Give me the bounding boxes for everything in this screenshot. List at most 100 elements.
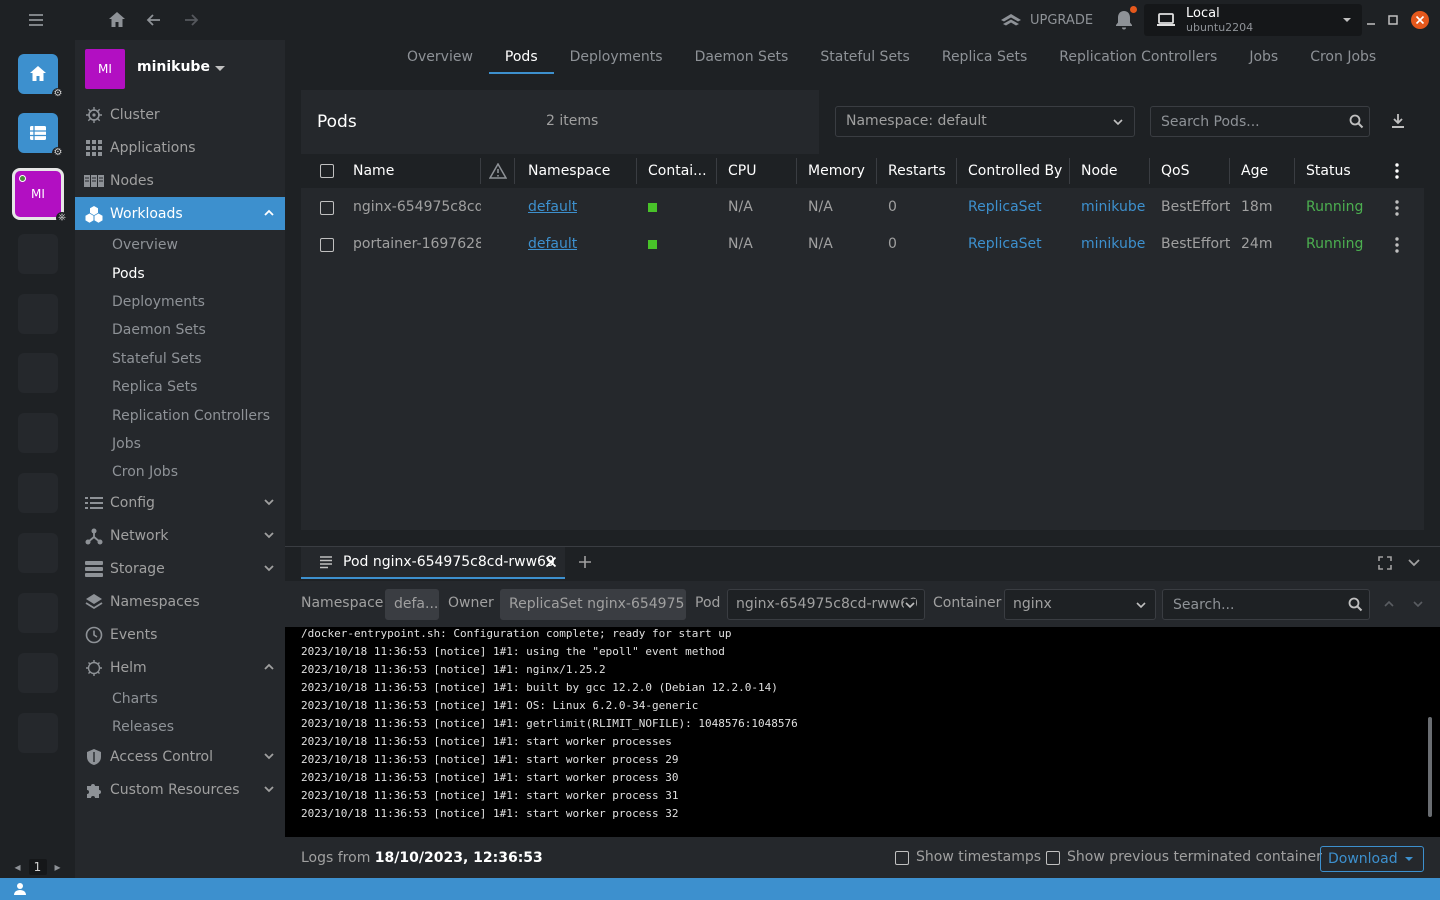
column-header[interactable]: Restarts [888, 154, 946, 188]
sidebar-item-custom-resources[interactable]: Custom Resources [75, 773, 285, 806]
sidebar-item-workloads[interactable]: Workloads [75, 197, 285, 230]
namespace-select[interactable]: Namespace: default [835, 106, 1135, 137]
tab-pods[interactable]: Pods [488, 40, 554, 74]
sidebar-sub-deployments[interactable]: Deployments [112, 288, 205, 316]
table-row[interactable]: portainer-16976286 default N/A N/A 0 Rep… [301, 226, 1424, 263]
hotbar-slot[interactable] [18, 473, 58, 513]
column-header[interactable]: Status [1306, 154, 1351, 188]
menu-icon[interactable] [26, 10, 46, 30]
sidebar-sub-replication-controllers[interactable]: Replication Controllers [112, 402, 270, 430]
close-window-icon[interactable] [1410, 10, 1430, 30]
cluster-selector[interactable]: Local ubuntu2204 [1144, 4, 1362, 36]
column-header[interactable]: Contai... [648, 154, 707, 188]
add-tab-icon[interactable] [578, 555, 592, 569]
download-button[interactable]: Download [1320, 846, 1424, 872]
sidebar-sub-releases[interactable]: Releases [112, 713, 174, 741]
namespace-link[interactable]: default [528, 189, 577, 226]
sidebar-sub-cron-jobs[interactable]: Cron Jobs [112, 458, 178, 486]
back-arrow-icon[interactable] [144, 10, 164, 30]
sidebar-sub-pods[interactable]: Pods [112, 260, 145, 288]
columns-menu-icon[interactable] [1395, 163, 1399, 179]
column-header[interactable]: Namespace [528, 154, 610, 188]
search-input[interactable] [1150, 106, 1370, 137]
sidebar-item-nodes[interactable]: Nodes [75, 164, 285, 197]
minimize-icon[interactable] [1366, 15, 1376, 25]
sidebar-item-storage[interactable]: Storage [75, 552, 285, 585]
controlled-by-link[interactable]: ReplicaSet [968, 189, 1042, 226]
tab-overview[interactable]: Overview [391, 40, 489, 74]
sidebar-item-cluster[interactable]: Cluster [75, 98, 285, 131]
log-output[interactable]: /docker-entrypoint.sh: Configuration com… [285, 627, 1440, 837]
row-checkbox[interactable] [320, 238, 334, 252]
hotbar-cluster-minikube[interactable]: MI ⎈ [12, 168, 68, 224]
sidebar-sub-charts[interactable]: Charts [112, 685, 158, 713]
tab-stateful-sets[interactable]: Stateful Sets [804, 40, 925, 74]
namespace-link[interactable]: default [528, 226, 577, 263]
tab-replication-controllers[interactable]: Replication Controllers [1043, 40, 1233, 74]
home-icon[interactable] [107, 10, 127, 30]
hotbar-slot[interactable] [18, 593, 58, 633]
sidebar-item-access-control[interactable]: Access Control [75, 740, 285, 773]
column-header[interactable]: QoS [1161, 154, 1189, 188]
hotbar-slot[interactable] [18, 713, 58, 753]
cluster-header[interactable]: MI minikube [75, 40, 285, 98]
show-previous-label[interactable]: Show previous terminated container [1067, 849, 1322, 865]
column-header[interactable]: Memory [808, 154, 865, 188]
tab-jobs[interactable]: Jobs [1233, 40, 1294, 74]
column-header[interactable]: Controlled By [968, 154, 1062, 188]
hotbar-catalog[interactable]: ⚙ [18, 113, 64, 159]
tab-cron-jobs[interactable]: Cron Jobs [1294, 40, 1392, 74]
show-timestamps-label[interactable]: Show timestamps [916, 849, 1041, 865]
tab-replica-sets[interactable]: Replica Sets [926, 40, 1043, 74]
hotbar-slot[interactable] [18, 413, 58, 453]
next-page-icon[interactable]: ▸ [55, 860, 61, 874]
tab-deployments[interactable]: Deployments [554, 40, 679, 74]
prev-page-icon[interactable]: ◂ [14, 860, 20, 874]
select-all-checkbox[interactable] [320, 164, 334, 178]
fullscreen-icon[interactable] [1378, 556, 1392, 570]
close-icon[interactable] [545, 556, 557, 568]
sidebar-item-network[interactable]: Network [75, 519, 285, 552]
hotbar-slot[interactable] [18, 294, 58, 334]
row-checkbox[interactable] [320, 201, 334, 215]
sidebar-item-config[interactable]: Config [75, 486, 285, 519]
hotbar-slot[interactable] [18, 353, 58, 393]
forward-arrow-icon[interactable] [181, 10, 201, 30]
table-row[interactable]: nginx-654975c8cd-r default N/A N/A 0 Rep… [301, 189, 1424, 226]
show-timestamps-checkbox[interactable] [895, 851, 909, 865]
container-select[interactable]: nginx [1004, 589, 1156, 620]
row-menu-icon[interactable] [1395, 200, 1399, 216]
row-menu-icon[interactable] [1395, 237, 1399, 253]
pod-select[interactable]: nginx-654975c8cd-rww69 [727, 589, 925, 620]
log-scrollbar[interactable] [1428, 717, 1432, 817]
hotbar-slot[interactable] [18, 234, 58, 274]
sidebar-sub-overview[interactable]: Overview [112, 231, 178, 259]
hotbar-slot[interactable] [18, 653, 58, 693]
tab-daemon-sets[interactable]: Daemon Sets [679, 40, 805, 74]
sidebar-item-events[interactable]: Events [75, 618, 285, 651]
log-search-input[interactable] [1162, 589, 1370, 620]
chevron-down-icon[interactable] [1412, 599, 1424, 609]
sidebar-item-namespaces[interactable]: Namespaces [75, 585, 285, 618]
chevron-up-icon[interactable] [1383, 599, 1395, 609]
controlled-by-link[interactable]: ReplicaSet [968, 226, 1042, 263]
sidebar-sub-replica-sets[interactable]: Replica Sets [112, 373, 197, 401]
upgrade-button[interactable]: UPGRADE [1000, 10, 1093, 30]
user-icon[interactable] [13, 882, 27, 896]
chevron-down-icon[interactable] [1407, 557, 1421, 569]
column-header[interactable]: Name [353, 154, 394, 188]
download-icon[interactable] [1389, 112, 1407, 130]
sidebar-item-helm[interactable]: Helm [75, 651, 285, 684]
column-header[interactable]: Age [1241, 154, 1268, 188]
sidebar-sub-stateful-sets[interactable]: Stateful Sets [112, 345, 201, 373]
column-header[interactable]: CPU [728, 154, 756, 188]
node-link[interactable]: minikube [1081, 226, 1145, 263]
hotbar-slot[interactable] [18, 533, 58, 573]
node-link[interactable]: minikube [1081, 189, 1145, 226]
dock-tab[interactable]: Pod nginx-654975c8cd-rww69 [301, 547, 565, 579]
hotbar-home[interactable]: ⚙ [18, 54, 64, 100]
column-header[interactable]: Node [1081, 154, 1118, 188]
maximize-icon[interactable] [1388, 15, 1398, 25]
sidebar-sub-jobs[interactable]: Jobs [112, 430, 141, 458]
sidebar-item-applications[interactable]: Applications [75, 131, 285, 164]
